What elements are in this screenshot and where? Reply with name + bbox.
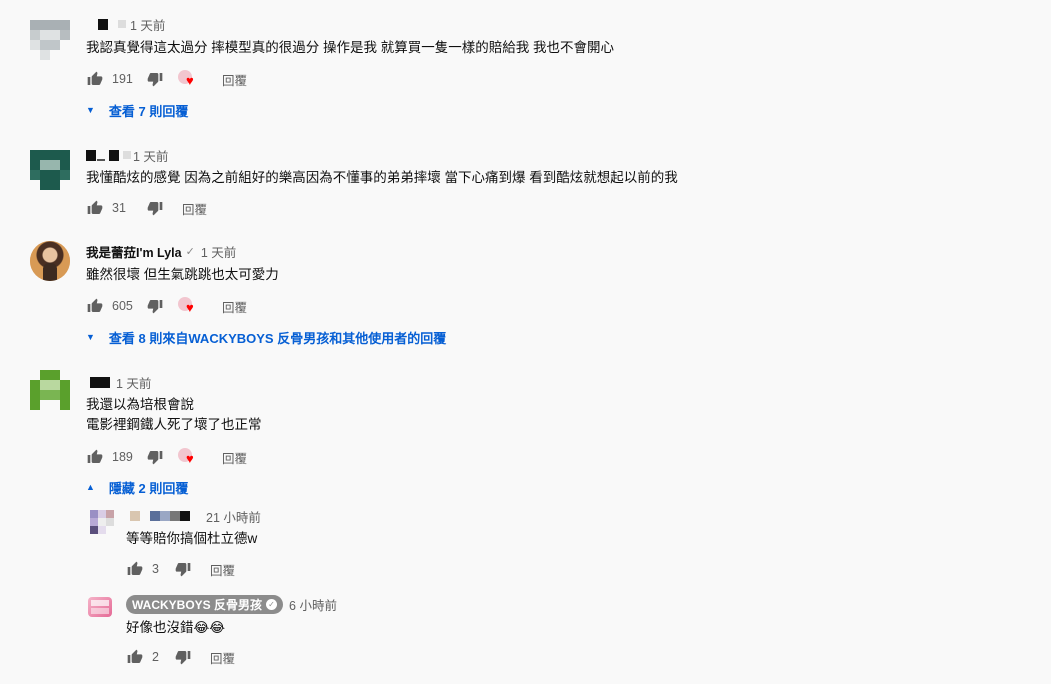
reply-actions: 3 回覆 [126, 559, 235, 579]
thumb-down-icon[interactable] [174, 560, 192, 578]
thumb-down-icon[interactable] [146, 297, 164, 315]
comment-actions: 31 回覆 [86, 198, 207, 218]
author-name-redacted[interactable] [90, 376, 110, 388]
thumb-up-icon[interactable] [86, 448, 104, 466]
like-count: 191 [112, 72, 133, 86]
like-count: 189 [112, 450, 133, 464]
redaction-mark [150, 511, 160, 521]
comment-header: 我是蕾菈I'm Lyla ✓ 1 天前 [86, 242, 236, 261]
redaction-mark [97, 158, 105, 161]
reply-button[interactable]: 回覆 [182, 199, 207, 218]
thumb-down-icon[interactable] [146, 199, 164, 217]
author-name-redacted[interactable] [130, 511, 140, 521]
chevron-down-icon: ▼ [86, 105, 95, 115]
comment-text-line-2: 電影裡鋼鐵人死了壞了也正常 [86, 417, 262, 432]
comment-timestamp[interactable]: 1 天前 [201, 242, 236, 261]
verified-icon: ✓ [266, 598, 278, 610]
comment-text: 雖然很壞 但生氣跳跳也太可愛力 [86, 267, 279, 282]
thumb-down-icon[interactable] [174, 648, 192, 666]
reply-timestamp[interactable]: 6 小時前 [289, 595, 337, 614]
reply-timestamp[interactable]: 21 小時前 [206, 507, 261, 526]
avatar[interactable] [30, 241, 70, 281]
redaction-mark [170, 511, 180, 521]
redaction-mark [180, 511, 190, 521]
channel-avatar[interactable] [88, 597, 112, 621]
author-name-redacted[interactable] [98, 18, 108, 30]
author-name: WACKYBOYS 反骨男孩 [132, 597, 263, 612]
redaction-mark [160, 511, 170, 521]
reply-button[interactable]: 回覆 [222, 297, 247, 316]
comment-timestamp[interactable]: 1 天前 [116, 373, 151, 392]
chevron-down-icon: ▼ [86, 332, 95, 342]
thumb-up-icon[interactable] [86, 199, 104, 217]
like-count: 31 [112, 201, 126, 215]
avatar[interactable] [30, 20, 70, 60]
comment-header: 1 天前 [90, 373, 151, 392]
hide-replies-label: 隱藏 2 則回覆 [108, 480, 189, 496]
comment-timestamp[interactable]: 1 天前 [130, 15, 165, 34]
redaction-mark [118, 20, 126, 28]
view-replies-button[interactable]: ▼ 查看 7 則回覆 [86, 100, 188, 120]
redaction-mark [123, 151, 131, 159]
like-count: 2 [152, 650, 159, 664]
comment-timestamp[interactable]: 1 天前 [133, 146, 168, 165]
chevron-up-icon: ▲ [86, 482, 95, 492]
view-replies-button[interactable]: ▼ 查看 8 則來自WACKYBOYS 反骨男孩和其他使用者的回覆 [86, 327, 446, 347]
author-name[interactable]: 我是蕾菈I'm Lyla [86, 242, 182, 261]
view-replies-label: 查看 8 則來自WACKYBOYS 反骨男孩和其他使用者的回覆 [108, 330, 447, 346]
thumb-up-icon[interactable] [126, 648, 144, 666]
reply-text: 好像也沒錯😂😂 [126, 620, 226, 635]
thumb-up-icon[interactable] [86, 70, 104, 88]
thumb-down-icon[interactable] [146, 448, 164, 466]
verified-check-icon: ✓ [185, 245, 195, 258]
reply-button[interactable]: 回覆 [210, 648, 235, 667]
reply-actions: 2 回覆 [126, 647, 235, 667]
reply-button[interactable]: 回覆 [222, 448, 247, 467]
reply-header: 21 小時前 [130, 507, 261, 526]
redaction-mark [109, 149, 119, 161]
author-name-redacted[interactable] [86, 149, 96, 161]
creator-heart-icon: ♥ [178, 448, 198, 466]
comment-actions: 191 ♥ 回覆 [86, 69, 247, 89]
comment-text: 我懂酷炫的感覺 因為之前組好的樂高因為不懂事的弟弟摔壞 當下心痛到爆 看到酷炫就… [86, 170, 678, 185]
like-count: 605 [112, 299, 133, 313]
thumb-up-icon[interactable] [86, 297, 104, 315]
like-count: 3 [152, 562, 159, 576]
reply-button[interactable]: 回覆 [210, 560, 235, 579]
reply-button[interactable]: 回覆 [222, 70, 247, 89]
avatar[interactable] [30, 370, 70, 410]
view-replies-label: 查看 7 則回覆 [108, 103, 189, 119]
comment-actions: 189 ♥ 回覆 [86, 447, 247, 467]
thumb-down-icon[interactable] [146, 70, 164, 88]
reply-text: 等等賠你搞個杜立德w [126, 531, 258, 546]
thumb-up-icon[interactable] [126, 560, 144, 578]
avatar[interactable] [30, 150, 70, 190]
creator-heart-icon: ♥ [178, 297, 198, 315]
comment-header: 1 天前 [86, 146, 168, 165]
comment-text-line-1: 我還以為培根會說 [86, 397, 194, 412]
comment-actions: 605 ♥ 回覆 [86, 296, 247, 316]
comment-header: 1 天前 [98, 15, 165, 34]
creator-heart-icon: ♥ [178, 70, 198, 88]
reply-header: WACKYBOYS 反骨男孩 ✓ 6 小時前 [126, 594, 337, 614]
hide-replies-button[interactable]: ▲ 隱藏 2 則回覆 [86, 477, 188, 497]
comment-text: 我認真覺得這太過分 摔模型真的很過分 操作是我 就算買一隻一樣的賠給我 我也不會… [86, 40, 615, 55]
avatar[interactable] [90, 510, 114, 534]
channel-owner-badge[interactable]: WACKYBOYS 反骨男孩 ✓ [126, 594, 284, 614]
